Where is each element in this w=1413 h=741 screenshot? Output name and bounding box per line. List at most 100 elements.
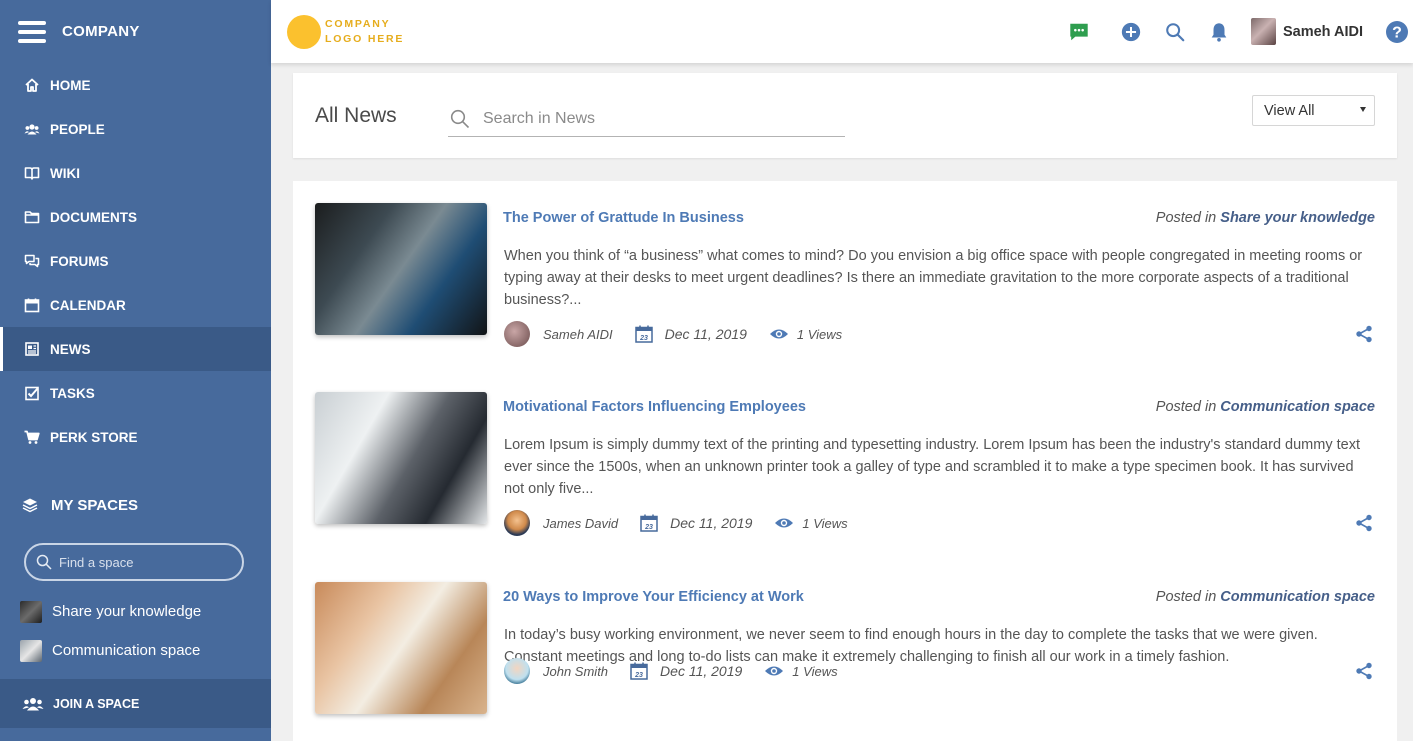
news-icon: [23, 340, 41, 358]
news-views: 1 Views: [802, 515, 848, 531]
news-space-link[interactable]: Communication space: [1220, 589, 1375, 605]
share-icon[interactable]: [1355, 325, 1373, 343]
sidebar-item-news[interactable]: NEWS: [0, 327, 271, 371]
news-item: Motivational Factors Influencing Employe…: [293, 370, 1397, 536]
sidebar-item-people[interactable]: PEOPLE: [0, 107, 271, 151]
help-icon[interactable]: ?: [1385, 20, 1409, 44]
logo-line-2: LOGO HERE: [325, 32, 405, 45]
sidebar-item-label: WIKI: [50, 165, 80, 181]
sidebar-item-label: TASKS: [50, 385, 95, 401]
news-meta: James David 23 Dec 11, 2019 1 Views: [504, 510, 848, 536]
share-icon[interactable]: [1355, 662, 1373, 680]
spaces-list: Share your knowledge Communication space: [0, 592, 271, 670]
news-date: Dec 11, 2019: [664, 326, 747, 342]
calendar-icon: 23: [634, 325, 653, 343]
sidebar-item-calendar[interactable]: CALENDAR: [0, 283, 271, 327]
find-space-field[interactable]: [24, 543, 244, 581]
news-header: All News View All: [293, 73, 1397, 158]
avatar: [1250, 18, 1276, 45]
sidebar-nav: HOME PEOPLE WIKI DOCUMENTS FORUMS CALEND…: [0, 63, 271, 459]
news-posted-in: Posted in Communication space: [1156, 589, 1375, 605]
search-icon: [36, 554, 52, 570]
space-avatar: [20, 600, 42, 623]
news-list: The Power of Grattude In Business Posted…: [293, 181, 1397, 741]
forum-icon: [23, 252, 41, 270]
home-icon: [23, 76, 41, 94]
join-space-button[interactable]: JOIN A SPACE: [0, 679, 271, 728]
svg-text:23: 23: [644, 524, 653, 531]
eye-icon: [769, 329, 788, 339]
news-space-link[interactable]: Share your knowledge: [1220, 210, 1375, 226]
find-space-input[interactable]: [59, 554, 229, 570]
news-author[interactable]: John Smith: [543, 664, 608, 679]
news-posted-in: Posted in Communication space: [1156, 399, 1375, 415]
news-thumbnail[interactable]: [315, 203, 487, 335]
news-excerpt: When you think of “a business” what come…: [504, 248, 1363, 308]
news-posted-in: Posted in Share your knowledge: [1156, 210, 1375, 226]
news-space-link[interactable]: Communication space: [1220, 399, 1375, 415]
space-label: Share your knowledge: [52, 603, 202, 620]
news-views: 1 Views: [792, 663, 838, 679]
hamburger-menu-icon[interactable]: [18, 20, 46, 43]
sidebar-brand: COMPANY: [62, 23, 140, 40]
company-logo[interactable]: COMPANY LOGO HERE: [287, 14, 405, 49]
news-search-input[interactable]: [483, 109, 823, 128]
avatar[interactable]: [504, 321, 530, 347]
eye-icon: [765, 666, 784, 676]
book-icon: [23, 164, 41, 182]
add-icon[interactable]: [1119, 20, 1143, 44]
news-search-field[interactable]: [448, 101, 845, 137]
svg-text:23: 23: [634, 672, 643, 679]
join-space-label: JOIN A SPACE: [53, 696, 140, 711]
my-spaces-label: MY SPACES: [51, 496, 138, 514]
news-title[interactable]: Motivational Factors Influencing Employe…: [503, 399, 806, 415]
sidebar-item-perk-store[interactable]: PERK STORE: [0, 415, 271, 459]
news-thumbnail[interactable]: [315, 582, 487, 714]
posted-in-label: Posted in: [1155, 589, 1217, 605]
svg-text:?: ?: [1392, 24, 1402, 41]
avatar[interactable]: [504, 658, 530, 684]
group-add-icon: [22, 695, 44, 713]
news-author[interactable]: James David: [543, 516, 618, 531]
sidebar-item-label: HOME: [50, 77, 91, 93]
news-date: Dec 11, 2019: [660, 663, 743, 679]
sidebar: COMPANY HOME PEOPLE WIKI DOCUMENTS FORUM…: [0, 0, 271, 741]
space-avatar: [20, 639, 42, 662]
tasks-icon: [23, 384, 41, 402]
sidebar-item-label: FORUMS: [50, 253, 109, 269]
avatar[interactable]: [504, 510, 530, 536]
share-icon[interactable]: [1355, 514, 1373, 532]
news-excerpt: Lorem Ipsum is simply dummy text of the …: [504, 437, 1360, 497]
news-item: The Power of Grattude In Business Posted…: [293, 181, 1397, 347]
news-date: Dec 11, 2019: [670, 515, 753, 531]
folder-icon: [23, 208, 41, 226]
chat-icon[interactable]: [1067, 20, 1091, 44]
sidebar-item-label: DOCUMENTS: [50, 209, 137, 225]
news-item: 20 Ways to Improve Your Efficiency at Wo…: [293, 560, 1397, 714]
sidebar-item-home[interactable]: HOME: [0, 63, 271, 107]
top-bar-actions: Sameh AIDI ?: [1067, 0, 1413, 63]
news-filter-select[interactable]: View All: [1252, 95, 1375, 126]
bell-icon[interactable]: [1207, 20, 1231, 44]
sidebar-item-tasks[interactable]: TASKS: [0, 371, 271, 415]
sidebar-header: COMPANY: [0, 0, 271, 63]
my-spaces-heading: MY SPACES: [0, 483, 271, 527]
calendar-icon: 23: [640, 514, 658, 532]
news-thumbnail[interactable]: [315, 392, 487, 524]
news-title[interactable]: The Power of Grattude In Business: [503, 210, 744, 226]
space-item-communication-space[interactable]: Communication space: [0, 631, 271, 670]
search-icon[interactable]: [1163, 20, 1187, 44]
sidebar-item-wiki[interactable]: WIKI: [0, 151, 271, 195]
news-title[interactable]: 20 Ways to Improve Your Efficiency at Wo…: [503, 589, 804, 605]
user-name: Sameh AIDI: [1282, 23, 1363, 40]
sidebar-item-documents[interactable]: DOCUMENTS: [0, 195, 271, 239]
sidebar-item-label: PEOPLE: [50, 121, 105, 137]
people-icon: [23, 120, 41, 138]
sidebar-item-forums[interactable]: FORUMS: [0, 239, 271, 283]
logo-circle: [287, 14, 321, 49]
svg-text:23: 23: [639, 335, 648, 342]
space-item-share-your-knowledge[interactable]: Share your knowledge: [0, 592, 271, 631]
posted-in-label: Posted in: [1155, 399, 1217, 415]
news-author[interactable]: Sameh AIDI: [543, 327, 613, 342]
user-menu[interactable]: Sameh AIDI: [1250, 18, 1363, 45]
